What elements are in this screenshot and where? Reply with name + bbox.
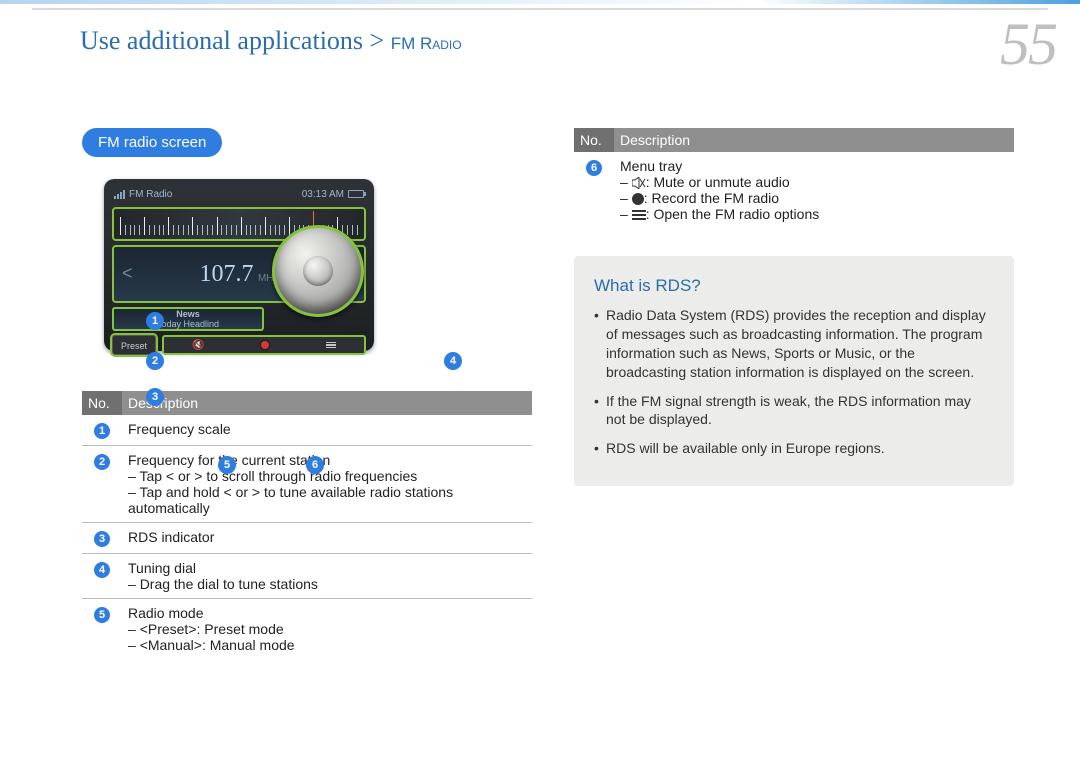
battery-icon [348, 190, 364, 198]
info-item: RDS will be available only in Europe reg… [594, 439, 994, 458]
row-bullet: : Open the FM radio options [620, 206, 1008, 222]
row-main: Tuning dial [128, 560, 196, 576]
tuning-dial[interactable] [272, 225, 364, 317]
table-row: 4 Tuning dialDrag the dial to tune statio… [82, 554, 532, 599]
breadcrumb-main: Use additional applications [80, 26, 363, 55]
info-heading: What is RDS? [594, 276, 994, 296]
rds-info-box: What is RDS? Radio Data System (RDS) pro… [574, 256, 1014, 486]
top-gradient-bar [0, 0, 1080, 4]
device-title: FM Radio [129, 189, 172, 200]
col-no-header: No. [82, 391, 122, 415]
row-bullet: : Record the FM radio [620, 190, 1008, 206]
breadcrumb: Use additional applications > FM Radio [80, 26, 462, 56]
table-row: 1 Frequency scale [82, 415, 532, 446]
row-num: 3 [94, 531, 110, 547]
row-bullet: Drag the dial to tune stations [128, 576, 526, 592]
row-bullet: <Preset>: Preset mode [128, 621, 526, 637]
col-desc-header: Description [122, 391, 532, 415]
row-main: RDS indicator [128, 529, 214, 545]
mute-icon [632, 177, 646, 189]
row-bullet: Tap and hold < or > to tune available ra… [128, 484, 526, 516]
table-row: 3 RDS indicator [82, 523, 532, 554]
table-row: 5 Radio mode<Preset>: Preset mode<Manual>… [82, 599, 532, 660]
row-main: Frequency for the current station [128, 452, 330, 468]
row-num: 5 [94, 607, 110, 623]
record-icon [632, 193, 644, 205]
row-num: 1 [94, 423, 110, 439]
prev-freq-icon[interactable]: < [122, 263, 133, 284]
row-bullet: : Mute or unmute audio [620, 174, 1008, 190]
row-main: Radio mode [128, 605, 204, 621]
table-row: 6 Menu tray : Mute or unmute audio : [574, 152, 1014, 228]
info-item: Radio Data System (RDS) provides the rec… [594, 306, 994, 382]
table-row: 2 Frequency for the current stationTap < … [82, 446, 532, 523]
col-no-header: No. [574, 128, 614, 152]
description-table-right: No. Description 6 Menu tray : Mute or [574, 128, 1014, 228]
row-main: Frequency scale [128, 421, 231, 437]
info-item: If the FM signal strength is weak, the R… [594, 392, 994, 430]
breadcrumb-sub: FM Radio [391, 34, 462, 53]
row-bullet: <Manual>: Manual mode [128, 637, 526, 653]
row-num: 6 [586, 160, 602, 176]
row-num: 4 [94, 562, 110, 578]
signal-icon [114, 190, 125, 199]
menu-icon [632, 210, 646, 220]
section-pill: FM radio screen [82, 128, 222, 157]
top-rule [32, 8, 1048, 10]
row-main: Menu tray [620, 158, 682, 174]
menu-tray[interactable]: 🔇 [162, 335, 366, 355]
device-clock: 03:13 AM [302, 189, 344, 200]
mute-icon[interactable]: 🔇 [192, 340, 204, 351]
preset-button[interactable]: Preset [112, 335, 156, 355]
description-table-left: No. Description 1 Frequency scale 2 Frequen… [82, 391, 532, 659]
options-icon[interactable] [326, 342, 336, 349]
page-number: 55 [1000, 10, 1056, 79]
rds-line1: News [114, 309, 262, 319]
row-num: 2 [94, 454, 110, 470]
fm-radio-screenshot: FM Radio 03:13 AM < 107.7 MHz > News Tod… [104, 179, 374, 351]
frequency-value: 107.7 [199, 261, 253, 287]
col-desc-header: Description [614, 128, 1014, 152]
record-icon[interactable] [261, 341, 269, 349]
row-bullet: Tap < or > to scroll through radio frequ… [128, 468, 526, 484]
rds-indicator: News Today Headlind [112, 307, 264, 331]
rds-line2: Today Headlind [114, 319, 262, 329]
